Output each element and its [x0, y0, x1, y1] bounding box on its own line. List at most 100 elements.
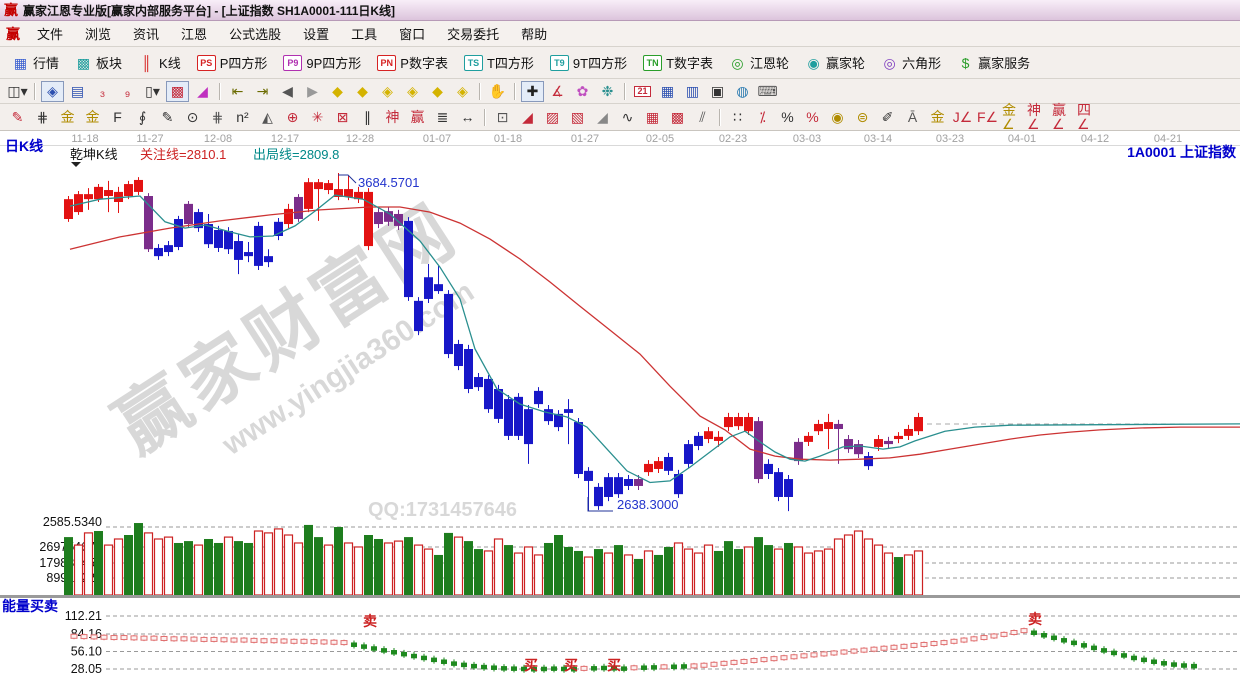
percent-tool-icon[interactable]: % [776, 107, 799, 128]
shen-tool-icon[interactable]: 神 [381, 107, 404, 128]
angle-f-tool-icon[interactable]: F∠ [976, 107, 999, 128]
hatch-tool-icon[interactable]: ⋕ [31, 107, 54, 128]
gann-clock-tool-icon[interactable]: ⊙ [181, 107, 204, 128]
chart-area[interactable]: 赢家财富网 www.yingjia360.com QQ:1731457646 11-1… [0, 131, 1240, 687]
gold-tool-2-icon[interactable]: 金 [81, 107, 104, 128]
angle-shen-tool-icon[interactable]: 神∠ [1026, 103, 1049, 131]
fan-gray-tool-icon[interactable]: ◢ [591, 107, 614, 128]
square-web-tool-icon[interactable]: ⊠ [331, 107, 354, 128]
quotes-button[interactable]: ▦ 行情 [4, 49, 67, 76]
grid-red-2-tool-icon[interactable]: ▩ [666, 107, 689, 128]
t-number-button[interactable]: TN T数字表 [635, 49, 721, 76]
compress-all-icon[interactable]: ◈ [451, 81, 474, 102]
menu-window[interactable]: 窗口 [388, 21, 436, 46]
parallel-lines-tool-icon[interactable]: ⫽ [691, 107, 714, 128]
prev-page-icon[interactable]: ◀ [276, 81, 299, 102]
web-export-icon[interactable]: ◍ [731, 81, 754, 102]
ray-fan-tool-icon[interactable]: ◢ [516, 107, 539, 128]
n-square-tool-icon[interactable]: n² [231, 107, 254, 128]
bars-3-tool-icon[interactable]: ₃ [91, 81, 114, 102]
info-panel-icon[interactable]: ▤ [66, 81, 89, 102]
p-square-button[interactable]: PS P四方形 [189, 49, 276, 76]
percent-strike-tool-icon[interactable]: ⁒ [751, 107, 774, 128]
gann-net-tool-icon[interactable]: ◈ [41, 80, 64, 102]
hatch-box-tool-icon[interactable]: ▧ [566, 107, 589, 128]
color-flag-tool-icon[interactable]: ◢ [191, 81, 214, 102]
wave-tool-icon[interactable]: ∿ [616, 107, 639, 128]
spider-web-tool-icon[interactable]: ✳ [306, 107, 329, 128]
stat-columns-tool-icon[interactable]: ∷ [726, 107, 749, 128]
angle-a-tool-icon[interactable]: ◭ [256, 107, 279, 128]
menu-gann[interactable]: 江恩 [170, 21, 218, 46]
menu-news[interactable]: 资讯 [122, 21, 170, 46]
winner-wheel-button[interactable]: ◉ 赢家轮 [797, 49, 873, 76]
menu-file[interactable]: 文件 [26, 21, 74, 46]
brush-tool-icon[interactable]: ✐ [876, 107, 899, 128]
compress-h-icon[interactable]: ◈ [401, 81, 424, 102]
angle-gold-tool-icon[interactable]: 金∠ [1001, 103, 1024, 131]
hand-tool-icon[interactable]: ✋ [486, 81, 509, 102]
avg-tool-icon[interactable]: Ā [901, 107, 924, 128]
fib-f-tool-icon[interactable]: F [106, 107, 129, 128]
menu-browse[interactable]: 浏览 [74, 21, 122, 46]
vertical-ticks-tool-icon[interactable]: ∥ [356, 107, 379, 128]
grid-red-1-tool-icon[interactable]: ▦ [641, 107, 664, 128]
kline-mode-caret-icon[interactable] [71, 162, 81, 167]
menu-tools[interactable]: 工具 [340, 21, 388, 46]
9p-square-button[interactable]: P9 9P四方形 [275, 49, 369, 76]
first-page-icon[interactable]: ⇤ [226, 81, 249, 102]
pencil-tool-icon[interactable]: ✎ [6, 107, 29, 128]
winner-service-button[interactable]: $ 赢家服务 [949, 49, 1038, 76]
last-page-icon[interactable]: ⇥ [251, 81, 274, 102]
kline-chart-svg[interactable]: 赢家财富网www.yingjia360.comQQ:173145764611-1… [0, 131, 1240, 687]
menu-trade-order[interactable]: 交易委托 [436, 21, 510, 46]
width-measure-tool-icon[interactable]: ↔ [456, 107, 479, 128]
box-corner-tool-icon[interactable]: ⊡ [491, 107, 514, 128]
ying-tool-icon[interactable]: 赢 [406, 107, 429, 128]
calculator-icon[interactable]: ▦ [656, 81, 679, 102]
candle-style-dropdown-icon[interactable]: ▯▾ [141, 81, 164, 102]
bars-9-tool-icon[interactable]: ₉ [116, 81, 139, 102]
zoom-out-x-icon[interactable]: ◆ [326, 81, 349, 102]
expand-all-icon[interactable]: ◆ [426, 81, 449, 102]
gold-tool-1-icon[interactable]: 金 [56, 107, 79, 128]
angle-si-tool-icon[interactable]: 四∠ [1076, 103, 1099, 131]
kline-button[interactable]: ║ K线 [130, 49, 189, 76]
gold-line-tool-icon[interactable]: 金 [926, 107, 949, 128]
percent-line-tool-icon[interactable]: % [801, 107, 824, 128]
coin-tool-1-icon[interactable]: ◉ [826, 107, 849, 128]
volume-bar [564, 546, 573, 595]
red-net-tool-icon[interactable]: ▩ [166, 80, 189, 102]
magic-wand-icon[interactable]: ✿ [571, 81, 594, 102]
zoom-in-x-icon[interactable]: ◆ [351, 81, 374, 102]
sectors-button[interactable]: ▩ 板块 [67, 49, 130, 76]
angle-measure-icon[interactable]: ∡ [546, 81, 569, 102]
box-fan-tool-icon[interactable]: ▨ [541, 107, 564, 128]
expand-h-icon[interactable]: ◈ [376, 81, 399, 102]
t-square-button[interactable]: TS T四方形 [456, 49, 542, 76]
9t-square-button[interactable]: T9 9T四方形 [542, 49, 635, 76]
gann-wheel-button[interactable]: ◎ 江恩轮 [721, 49, 797, 76]
kline-type-dropdown-icon[interactable]: ◫▾ [6, 81, 29, 102]
pc-export-icon[interactable]: ⌨ [756, 81, 779, 102]
angle-ying-tool-icon[interactable]: 赢∠ [1051, 103, 1074, 131]
pencil-red-tool-icon[interactable]: ✎ [156, 107, 179, 128]
grid-lines-tool-icon[interactable]: ⋕ [206, 107, 229, 128]
menu-settings[interactable]: 设置 [292, 21, 340, 46]
calendar-21-icon[interactable]: 21 [631, 81, 654, 102]
coin-tool-2-icon[interactable]: ⊜ [851, 107, 874, 128]
crosshair-tool-icon[interactable]: ✚ [521, 80, 544, 102]
next-page-icon[interactable]: ▶ [301, 81, 324, 102]
gann-circle-tool-icon[interactable]: ⊕ [281, 107, 304, 128]
pattern-brain-icon[interactable]: ❉ [596, 81, 619, 102]
ruler-123-tool-icon[interactable]: ≣ [431, 107, 454, 128]
angle-j-tool-icon[interactable]: J∠ [951, 107, 974, 128]
hexagon-button[interactable]: ◎ 六角形 [873, 49, 949, 76]
notepad-icon[interactable]: ▥ [681, 81, 704, 102]
kline-mode-dropdown[interactable]: 乾坤K线 [70, 147, 118, 162]
menu-help[interactable]: 帮助 [510, 21, 558, 46]
menu-formula-stockpick[interactable]: 公式选股 [218, 21, 292, 46]
p-number-button[interactable]: PN P数字表 [369, 49, 456, 76]
spiral-tool-icon[interactable]: ∮ [131, 107, 154, 128]
save-floppy-icon[interactable]: ▣ [706, 81, 729, 102]
